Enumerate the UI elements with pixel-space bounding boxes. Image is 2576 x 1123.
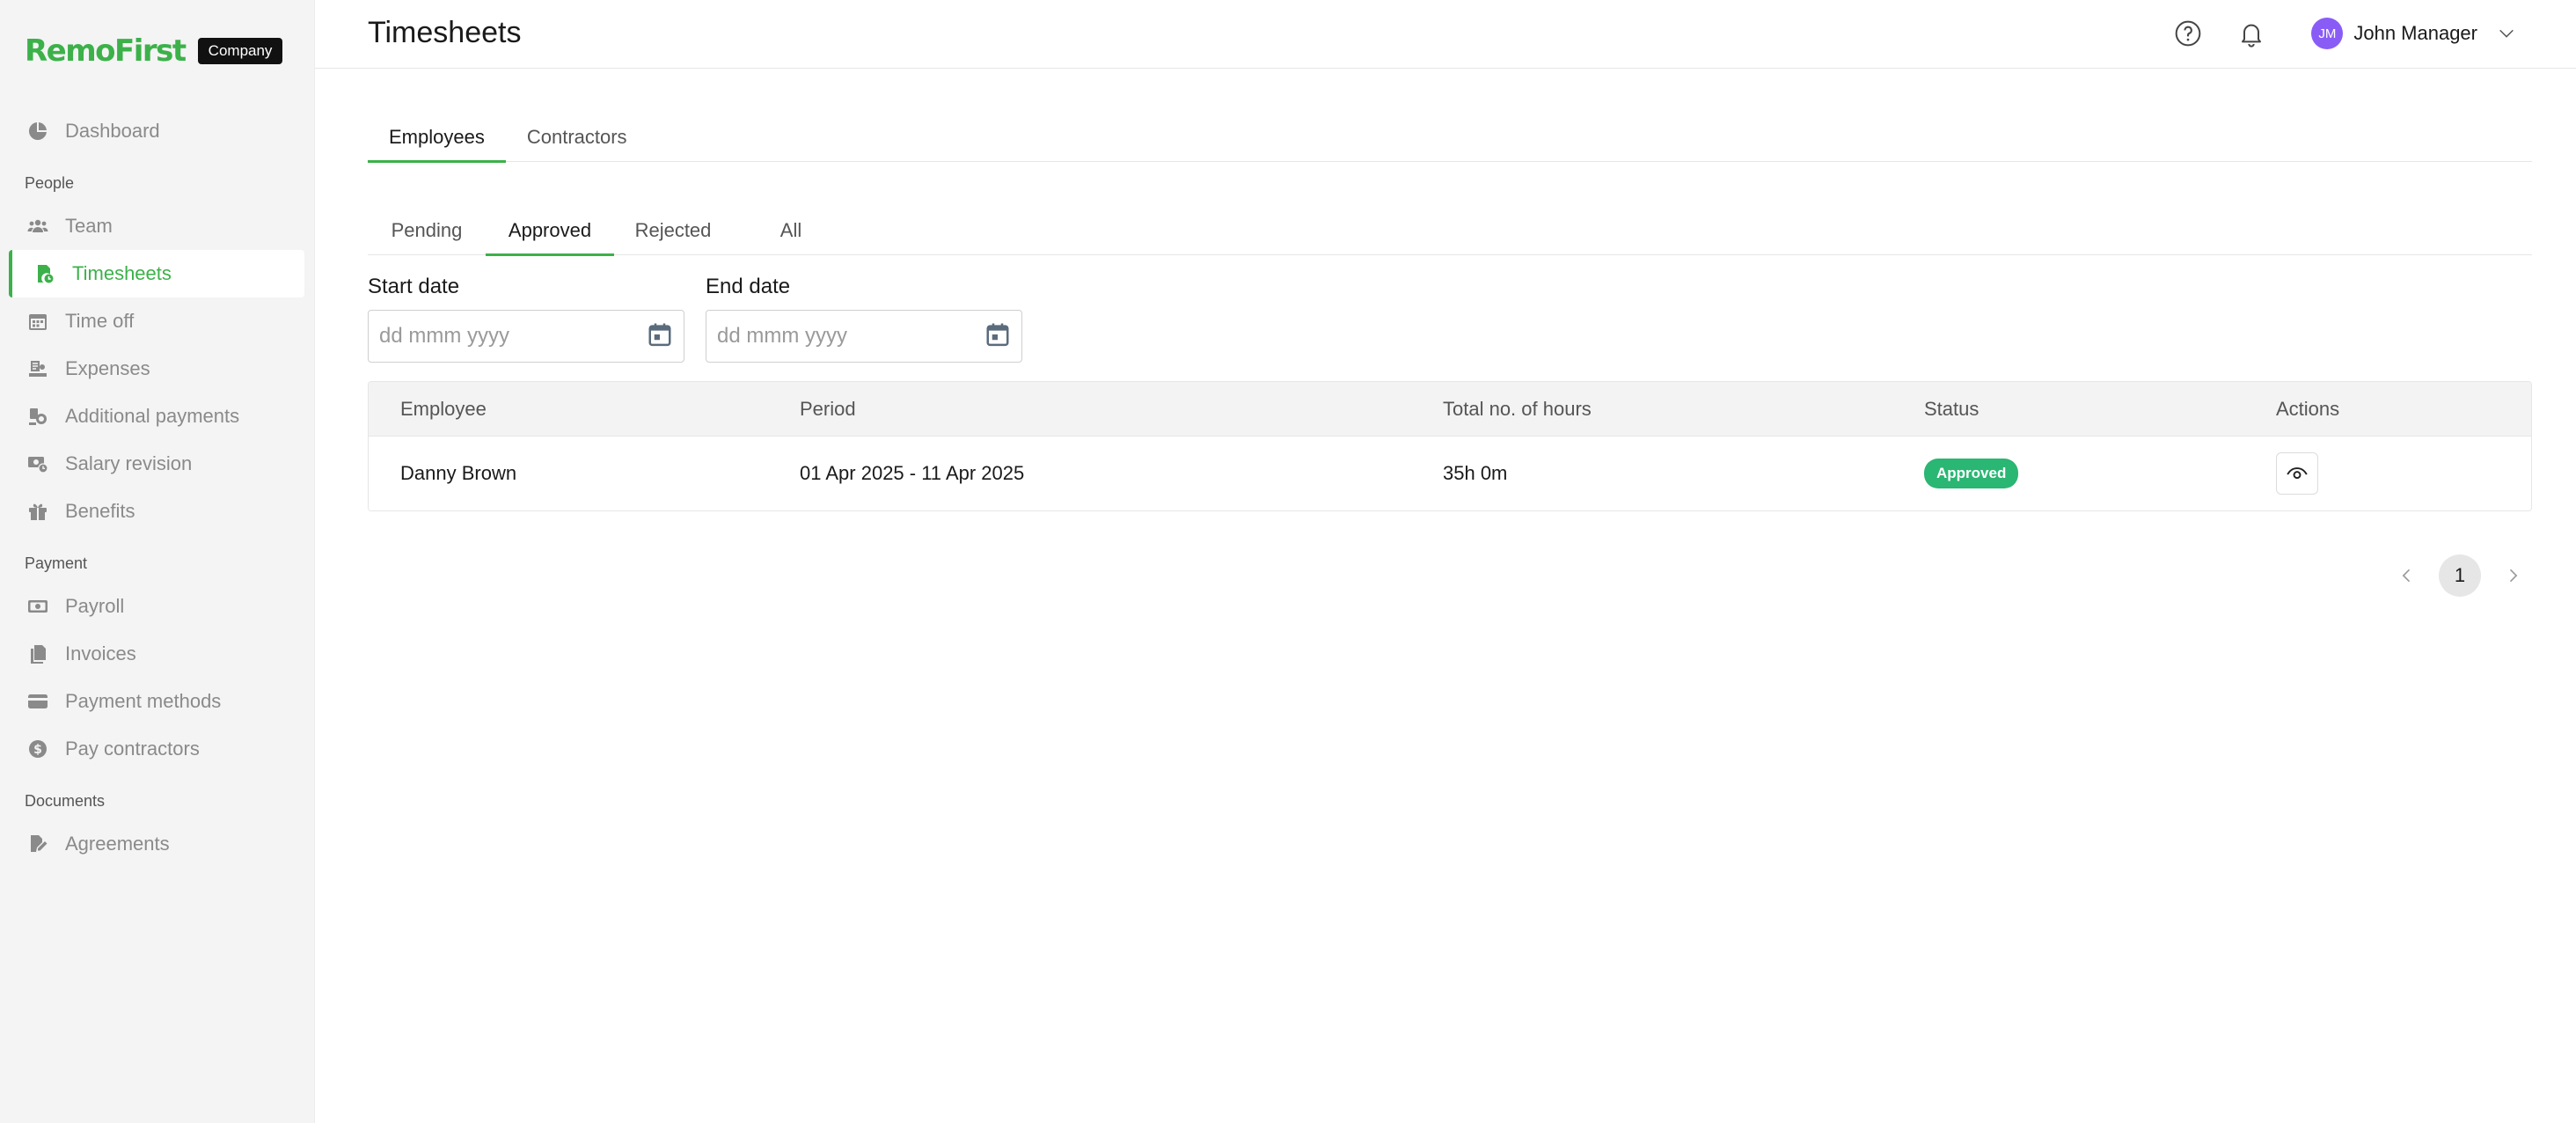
- calendar-icon[interactable]: [984, 321, 1011, 352]
- column-header-hours: Total no. of hours: [1443, 397, 1592, 420]
- next-page-button[interactable]: [2493, 556, 2532, 595]
- sidebar-item-label: Dashboard: [65, 120, 160, 142]
- sidebar-item-label: Agreements: [65, 833, 170, 855]
- tab-approved[interactable]: Approved: [486, 206, 614, 256]
- sidebar-item-label: Pay contractors: [65, 738, 200, 760]
- svg-text:$: $: [33, 743, 42, 757]
- calendar-icon: [26, 310, 49, 333]
- remofirst-logo: RemoFirst: [25, 33, 187, 69]
- bell-icon[interactable]: [2236, 18, 2267, 49]
- end-date-filter: End date: [706, 275, 1022, 363]
- sidebar-item-agreements[interactable]: Agreements: [9, 820, 304, 868]
- sidebar: RemoFirst Company Dashboard People Team …: [0, 0, 315, 1123]
- section-label-people: People: [25, 174, 75, 192]
- money-revision-icon: [26, 452, 49, 475]
- sidebar-item-label: Payroll: [65, 595, 125, 617]
- gift-icon: [26, 500, 49, 523]
- end-date-box[interactable]: [706, 310, 1022, 363]
- sidebar-item-team[interactable]: Team: [9, 202, 304, 250]
- tab-pending[interactable]: Pending: [368, 206, 486, 255]
- sidebar-item-payment-methods[interactable]: Payment methods: [9, 678, 304, 725]
- status-cell: Approved: [1924, 437, 2019, 510]
- help-icon[interactable]: [2172, 18, 2204, 49]
- calendar-icon[interactable]: [647, 321, 673, 352]
- sidebar-item-label: Additional payments: [65, 405, 240, 427]
- page-title: Timesheets: [368, 16, 522, 49]
- sidebar-item-label: Salary revision: [65, 452, 193, 474]
- page-number-current[interactable]: 1: [2439, 554, 2481, 597]
- end-date-label: End date: [706, 275, 791, 298]
- sidebar-item-expenses[interactable]: Expenses: [9, 345, 304, 393]
- tab-all[interactable]: All: [732, 206, 850, 255]
- section-label-documents: Documents: [25, 792, 106, 810]
- section-label-payment: Payment: [25, 554, 88, 572]
- sidebar-item-label: Benefits: [65, 500, 135, 522]
- sidebar-item-dashboard[interactable]: Dashboard: [9, 107, 304, 155]
- hours-value: 35h 0m: [1443, 462, 1508, 484]
- receipt-icon: [26, 357, 49, 380]
- status-tabs: Pending Approved Rejected All: [368, 206, 2532, 256]
- column-header-period: Period: [800, 397, 856, 420]
- prev-page-button[interactable]: [2388, 556, 2426, 595]
- sidebar-item-benefits[interactable]: Benefits: [9, 488, 304, 535]
- dollar-circle-icon: $: [26, 738, 49, 760]
- coins-icon: [26, 405, 49, 428]
- status-badge: Approved: [1924, 459, 2019, 488]
- sidebar-item-invoices[interactable]: Invoices: [9, 630, 304, 678]
- view-button[interactable]: [2276, 452, 2318, 495]
- document-icon: [26, 642, 49, 665]
- start-date-label: Start date: [368, 275, 460, 298]
- start-date-box[interactable]: [368, 310, 684, 363]
- brand[interactable]: RemoFirst Company: [25, 33, 283, 69]
- column-header-status: Status: [1924, 397, 1980, 420]
- sidebar-item-payroll[interactable]: Payroll: [9, 583, 304, 630]
- employee-name: Danny Brown: [400, 462, 517, 484]
- tab-rejected[interactable]: Rejected: [614, 206, 732, 255]
- period-value: 01 Apr 2025 - 11 Apr 2025: [800, 462, 1025, 484]
- sidebar-item-label: Team: [65, 215, 113, 237]
- avatar: JM: [2311, 18, 2344, 49]
- column-header-actions: Actions: [2276, 397, 2340, 420]
- start-date-filter: Start date: [368, 275, 684, 363]
- chevron-right-icon: [2509, 569, 2518, 583]
- sidebar-item-label: Time off: [65, 310, 135, 332]
- sidebar-item-salary-revision[interactable]: Salary revision: [9, 440, 304, 488]
- table-row[interactable]: Danny Brown 01 Apr 2025 - 11 Apr 2025 35…: [369, 437, 2531, 510]
- actions-cell: [2276, 437, 2318, 510]
- banknote-icon: [26, 595, 49, 618]
- users-icon: [26, 215, 49, 238]
- sidebar-item-time-off[interactable]: Time off: [9, 297, 304, 345]
- eye-icon: [2287, 467, 2308, 480]
- sidebar-item-pay-contractors[interactable]: $ Pay contractors: [9, 725, 304, 773]
- chevron-down-icon: [2499, 29, 2514, 38]
- sidebar-item-label: Invoices: [65, 642, 136, 664]
- worker-type-tabs: Employees Contractors: [368, 113, 2532, 163]
- timesheet-icon: [33, 262, 56, 285]
- signature-icon: [26, 833, 49, 855]
- table-header: Employee Period Total no. of hours Statu…: [369, 382, 2531, 437]
- chevron-left-icon: [2402, 569, 2411, 583]
- pagination: 1: [2388, 554, 2532, 597]
- sidebar-item-label: Payment methods: [65, 690, 222, 712]
- company-badge: Company: [197, 38, 283, 64]
- tab-employees[interactable]: Employees: [368, 113, 506, 163]
- sidebar-item-timesheets[interactable]: Timesheets: [9, 250, 304, 297]
- column-header-employee: Employee: [400, 397, 487, 420]
- end-date-input[interactable]: [717, 324, 963, 349]
- card-icon: [26, 690, 49, 713]
- tab-contractors[interactable]: Contractors: [506, 113, 648, 162]
- start-date-input[interactable]: [379, 324, 626, 349]
- timesheets-table: Employee Period Total no. of hours Statu…: [368, 381, 2532, 511]
- sidebar-item-additional-payments[interactable]: Additional payments: [9, 393, 304, 440]
- sidebar-item-label: Expenses: [65, 357, 150, 379]
- user-menu[interactable]: JM John Manager: [2311, 16, 2516, 51]
- pie-chart-icon: [26, 120, 49, 143]
- sidebar-item-label: Timesheets: [72, 262, 172, 284]
- user-name: John Manager: [2353, 22, 2477, 44]
